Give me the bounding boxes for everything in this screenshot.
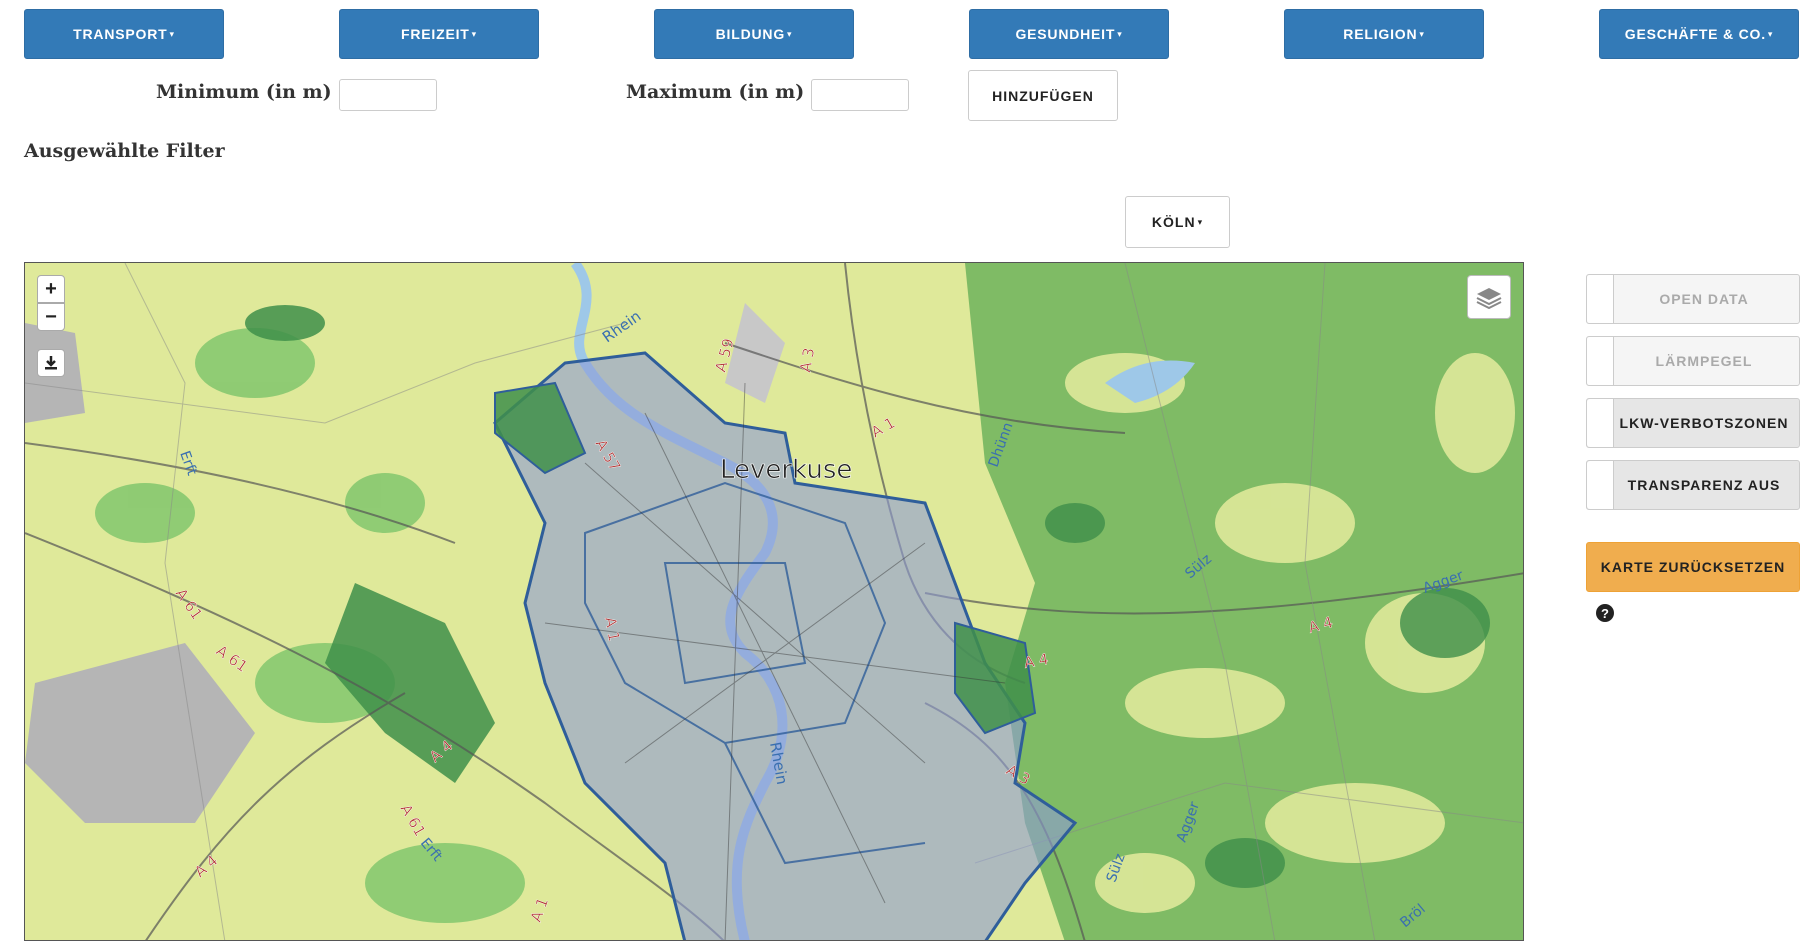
lkw-label: LKW-VERBOTSZONEN: [1619, 415, 1789, 431]
toggle-knob: [1587, 399, 1614, 447]
map-label-city: Leverkuse: [720, 455, 852, 485]
chevron-down-icon: ▾: [471, 28, 477, 39]
geschaefte-label: GESCHÄFTE & CO.: [1624, 26, 1766, 42]
map[interactable]: Leverkuse Rhein Rhein Dhünn Sülz Sülz Ag…: [24, 262, 1524, 941]
maximum-input[interactable]: [811, 79, 909, 111]
layers-icon: [1476, 288, 1502, 309]
chevron-down-icon: ▾: [1767, 28, 1774, 39]
toggle-knob: [1587, 275, 1614, 323]
laermpegel-label: LÄRMPEGEL: [1655, 353, 1753, 369]
toggle-knob: [1587, 461, 1614, 509]
freizeit-label: FREIZEIT: [401, 26, 470, 42]
geschaefte-dropdown[interactable]: GESCHÄFTE & CO. ▾: [1599, 9, 1799, 59]
zoom-in-button[interactable]: +: [37, 275, 65, 303]
chevron-down-icon: ▾: [169, 28, 175, 39]
chevron-down-icon: ▾: [1197, 216, 1204, 227]
city-dropdown[interactable]: KÖLN ▾: [1125, 196, 1230, 248]
zoom-out-button[interactable]: −: [37, 303, 65, 331]
reset-map-button[interactable]: KARTE ZURÜCKSETZEN: [1586, 542, 1800, 592]
layers-button[interactable]: [1467, 275, 1511, 319]
gesundheit-label: GESUNDHEIT: [1015, 26, 1116, 42]
lkw-verbotszonen-toggle[interactable]: LKW-VERBOTSZONEN: [1586, 398, 1800, 448]
transport-dropdown[interactable]: TRANSPORT ▾: [24, 9, 224, 59]
chevron-down-icon: ▾: [1117, 28, 1123, 39]
bildung-dropdown[interactable]: BILDUNG ▾: [654, 9, 854, 59]
laermpegel-toggle[interactable]: LÄRMPEGEL: [1586, 336, 1800, 386]
toggle-knob: [1587, 337, 1614, 385]
chevron-down-icon: ▾: [1419, 28, 1425, 39]
download-button[interactable]: [37, 349, 65, 377]
transparenz-label: TRANSPARENZ AUS: [1627, 477, 1781, 493]
religion-dropdown[interactable]: RELIGION ▾: [1284, 9, 1484, 59]
download-icon: [45, 356, 57, 370]
minimum-label: Minimum (in m): [156, 81, 332, 103]
maximum-label: Maximum (in m): [626, 81, 805, 103]
transport-label: TRANSPORT: [73, 26, 168, 42]
open-data-toggle[interactable]: OPEN DATA: [1586, 274, 1800, 324]
minimum-input[interactable]: [339, 79, 437, 111]
city-label: KÖLN: [1151, 214, 1196, 230]
open-data-label: OPEN DATA: [1659, 291, 1749, 307]
selected-filters-title: Ausgewählte Filter: [24, 140, 225, 162]
add-filter-button[interactable]: HINZUFÜGEN: [968, 70, 1118, 121]
question-circle-icon[interactable]: ?: [1596, 604, 1614, 622]
gesundheit-dropdown[interactable]: GESUNDHEIT ▾: [969, 9, 1169, 59]
chevron-down-icon: ▾: [787, 28, 793, 39]
freizeit-dropdown[interactable]: FREIZEIT ▾: [339, 9, 539, 59]
transparenz-toggle[interactable]: TRANSPARENZ AUS: [1586, 460, 1800, 510]
map-canvas[interactable]: Leverkuse Rhein Rhein Dhünn Sülz Sülz Ag…: [25, 263, 1524, 941]
bildung-label: BILDUNG: [715, 26, 786, 42]
religion-label: RELIGION: [1343, 26, 1418, 42]
